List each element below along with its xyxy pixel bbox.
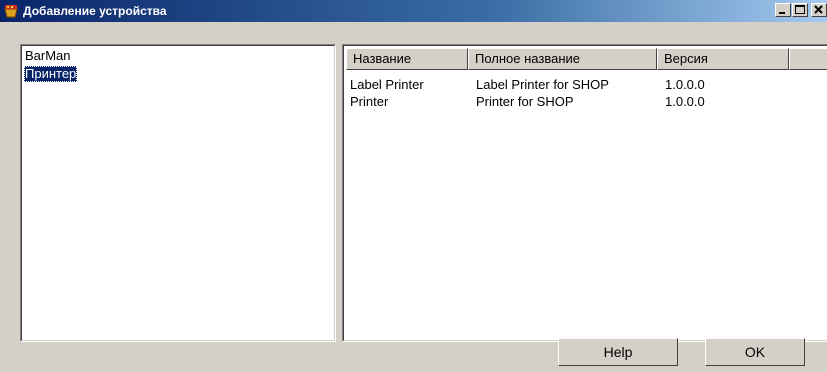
column-header-name[interactable]: Название — [346, 48, 468, 70]
column-header-full-name[interactable]: Полное название — [468, 48, 657, 70]
maximize-icon — [795, 5, 805, 14]
close-icon — [814, 5, 823, 14]
driver-table[interactable]: Название Полное название Версия Label Pr… — [342, 44, 827, 342]
cell-version: 1.0.0.0 — [665, 77, 705, 92]
title-bar[interactable]: Добавление устройства — [0, 0, 827, 22]
shop-app-icon[interactable] — [3, 3, 19, 19]
cell-full-name: Printer for SHOP — [476, 94, 574, 109]
column-header-empty[interactable] — [789, 48, 827, 70]
column-header-version[interactable]: Версия — [657, 48, 789, 70]
cell-name: Printer — [350, 94, 389, 109]
maximize-button[interactable] — [792, 3, 808, 17]
device-list[interactable]: BarMan Принтер — [20, 44, 336, 342]
window-title: Добавление устройства — [23, 4, 167, 18]
cell-name: Label Printer — [350, 77, 424, 92]
help-button[interactable]: Help — [558, 338, 678, 366]
minimize-icon — [779, 12, 785, 14]
ok-button[interactable]: OK — [705, 338, 805, 366]
close-button[interactable] — [811, 3, 827, 17]
cell-full-name: Label Printer for SHOP — [476, 77, 609, 92]
minimize-button[interactable] — [775, 3, 791, 17]
add-device-dialog: Добавление устройства BarMan Принтер Наз… — [0, 0, 827, 372]
list-item-selected[interactable]: Принтер — [24, 66, 78, 82]
cell-version: 1.0.0.0 — [665, 94, 705, 109]
list-item[interactable]: BarMan — [24, 48, 72, 64]
